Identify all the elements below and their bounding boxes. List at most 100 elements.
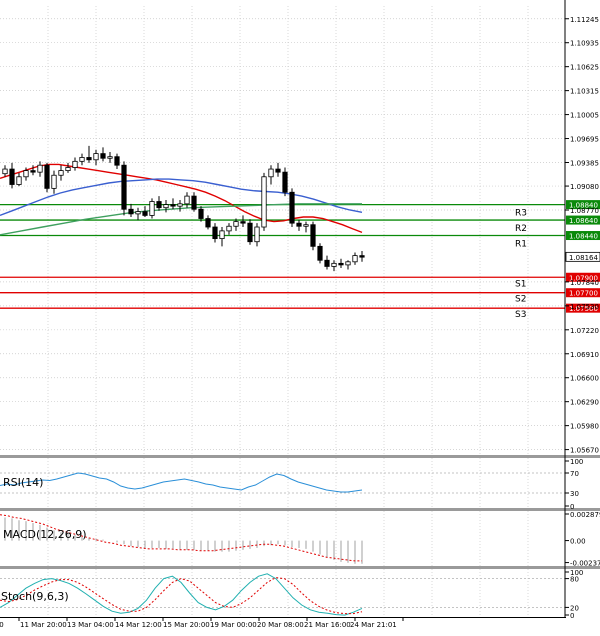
candle-bear: [205, 218, 211, 228]
price-tick-label: 1.10315: [570, 88, 599, 96]
candle-bear: [44, 164, 50, 189]
candle-bear: [128, 208, 134, 215]
price-tick-label: 1.09080: [570, 183, 599, 191]
level-name-r3: R3: [515, 209, 527, 219]
candle-bear: [324, 259, 330, 267]
price-tick-label: 1.07840: [570, 279, 599, 287]
time-axis-label: 14 Mar 12:00: [115, 621, 162, 629]
macd-panel-label: MACD(12,26,9): [3, 528, 87, 541]
price-tick-label: 1.07220: [570, 327, 599, 335]
panel-separator: [0, 455, 600, 458]
candle-bear: [191, 195, 197, 210]
time-axis-label: 15 Mar 20:00: [163, 621, 210, 629]
price-tick-label: 1.08770: [570, 207, 599, 215]
level-name-s1: S1: [515, 279, 526, 289]
rsi-tick-label: 100: [570, 458, 583, 466]
time-axis-label: 13 Mar 04:00: [67, 621, 114, 629]
rsi-panel-label: RSI(14): [3, 476, 43, 489]
time-axis-label: 21 Mar 16:00: [304, 621, 351, 629]
candle-bull: [184, 195, 190, 205]
candle-bull: [23, 170, 29, 178]
candle-bear: [156, 201, 162, 209]
candle-bear: [212, 226, 218, 240]
chart-canvas: R31.08840R21.08640R11.08440S11.07900S21.…: [0, 0, 600, 629]
panel-separator: [0, 508, 600, 511]
candle-bull: [16, 176, 22, 185]
candle-bear: [282, 171, 288, 193]
candle-bull: [331, 262, 337, 267]
stoch-panel-label: Stoch(9,6,3): [1, 590, 69, 603]
candle-bull: [65, 167, 71, 172]
candle-bull: [51, 174, 57, 189]
candle-bull: [254, 226, 260, 243]
time-axis-label: 11 Mar 20:00: [20, 621, 67, 629]
candle-bull: [261, 176, 267, 228]
price-tick-label: 1.06910: [570, 351, 599, 359]
level-name-r1: R1: [515, 240, 527, 250]
candle-bear: [359, 255, 365, 258]
candle-bear: [338, 262, 344, 266]
forex-chart: R3 1.08840 R2 1.08640 R1 1.08440 S1 1.07900 S2 1.…: [0, 0, 600, 632]
candle-bear: [275, 168, 281, 173]
time-axis-label: 24 Mar 21:01: [350, 621, 397, 629]
candle-bear: [30, 170, 36, 173]
stoch-tick-label: 0: [570, 612, 574, 620]
candle-bull: [226, 225, 232, 232]
price-tick-label: 1.10005: [570, 112, 599, 120]
candle-bear: [310, 224, 316, 247]
panel-separator: [0, 566, 600, 569]
candle-bear: [86, 157, 92, 161]
macd-tick-label: 0.002879: [570, 511, 600, 519]
candle-bear: [142, 211, 148, 216]
candle-bull: [163, 204, 169, 209]
candle-bear: [317, 245, 323, 261]
candle-bear: [247, 222, 253, 243]
candle-bull: [37, 164, 43, 173]
candle-bull: [352, 255, 358, 263]
candle-bull: [107, 156, 113, 159]
macd-tick-label: -0.002379: [570, 560, 600, 568]
candle-bear: [170, 204, 176, 207]
candle-bear: [100, 153, 106, 159]
level-price-label-r1: 1.08440: [569, 233, 598, 241]
candle-bear: [9, 168, 15, 185]
price-tick-label: 1.05980: [570, 423, 599, 431]
time-axis-label: 19 Mar 00:00: [210, 621, 257, 629]
rsi-tick-label: 70: [570, 470, 579, 478]
candle-bull: [177, 203, 183, 207]
price-tick-label: 1.10935: [570, 40, 599, 48]
candle-bull: [268, 168, 274, 178]
candle-bull: [219, 230, 225, 240]
time-axis-label: 20 Mar 08:00: [257, 621, 304, 629]
candle-bull: [58, 170, 64, 176]
price-tick-label: 1.09695: [570, 136, 599, 144]
candle-bull: [72, 160, 78, 168]
price-tick-label: 1.06600: [570, 375, 599, 383]
rsi-tick-label: 30: [570, 490, 579, 498]
candle-bear: [121, 164, 127, 210]
level-name-s3: S3: [515, 310, 526, 320]
candle-bear: [289, 191, 295, 224]
level-price-label-s2: 1.07700: [569, 290, 598, 298]
candle-bull: [149, 201, 155, 216]
level-name-r2: R2: [515, 224, 527, 234]
candle-bear: [198, 208, 204, 219]
price-tick-label: 1.07530: [570, 303, 599, 311]
price-tick-label: 1.09385: [570, 159, 599, 167]
candle-bear: [240, 221, 246, 224]
candle-bull: [303, 224, 309, 227]
current-price-label: 1.08164: [569, 254, 598, 262]
time-axis-label: 6:00: [0, 621, 4, 629]
price-tick-label: 1.11245: [570, 16, 599, 24]
stoch-tick-label: 80: [570, 576, 579, 584]
level-price-label-r2: 1.08640: [569, 217, 598, 225]
candle-bull: [233, 221, 239, 227]
price-tick-label: 1.06290: [570, 399, 599, 407]
price-tick-label: 1.10625: [570, 64, 599, 72]
macd-tick-label: 0.00: [570, 538, 586, 546]
candle-bull: [345, 261, 351, 266]
rsi-tick-label: 0: [570, 503, 574, 511]
candle-bull: [79, 157, 85, 162]
candle-bear: [296, 222, 302, 227]
level-name-s2: S2: [515, 295, 526, 305]
